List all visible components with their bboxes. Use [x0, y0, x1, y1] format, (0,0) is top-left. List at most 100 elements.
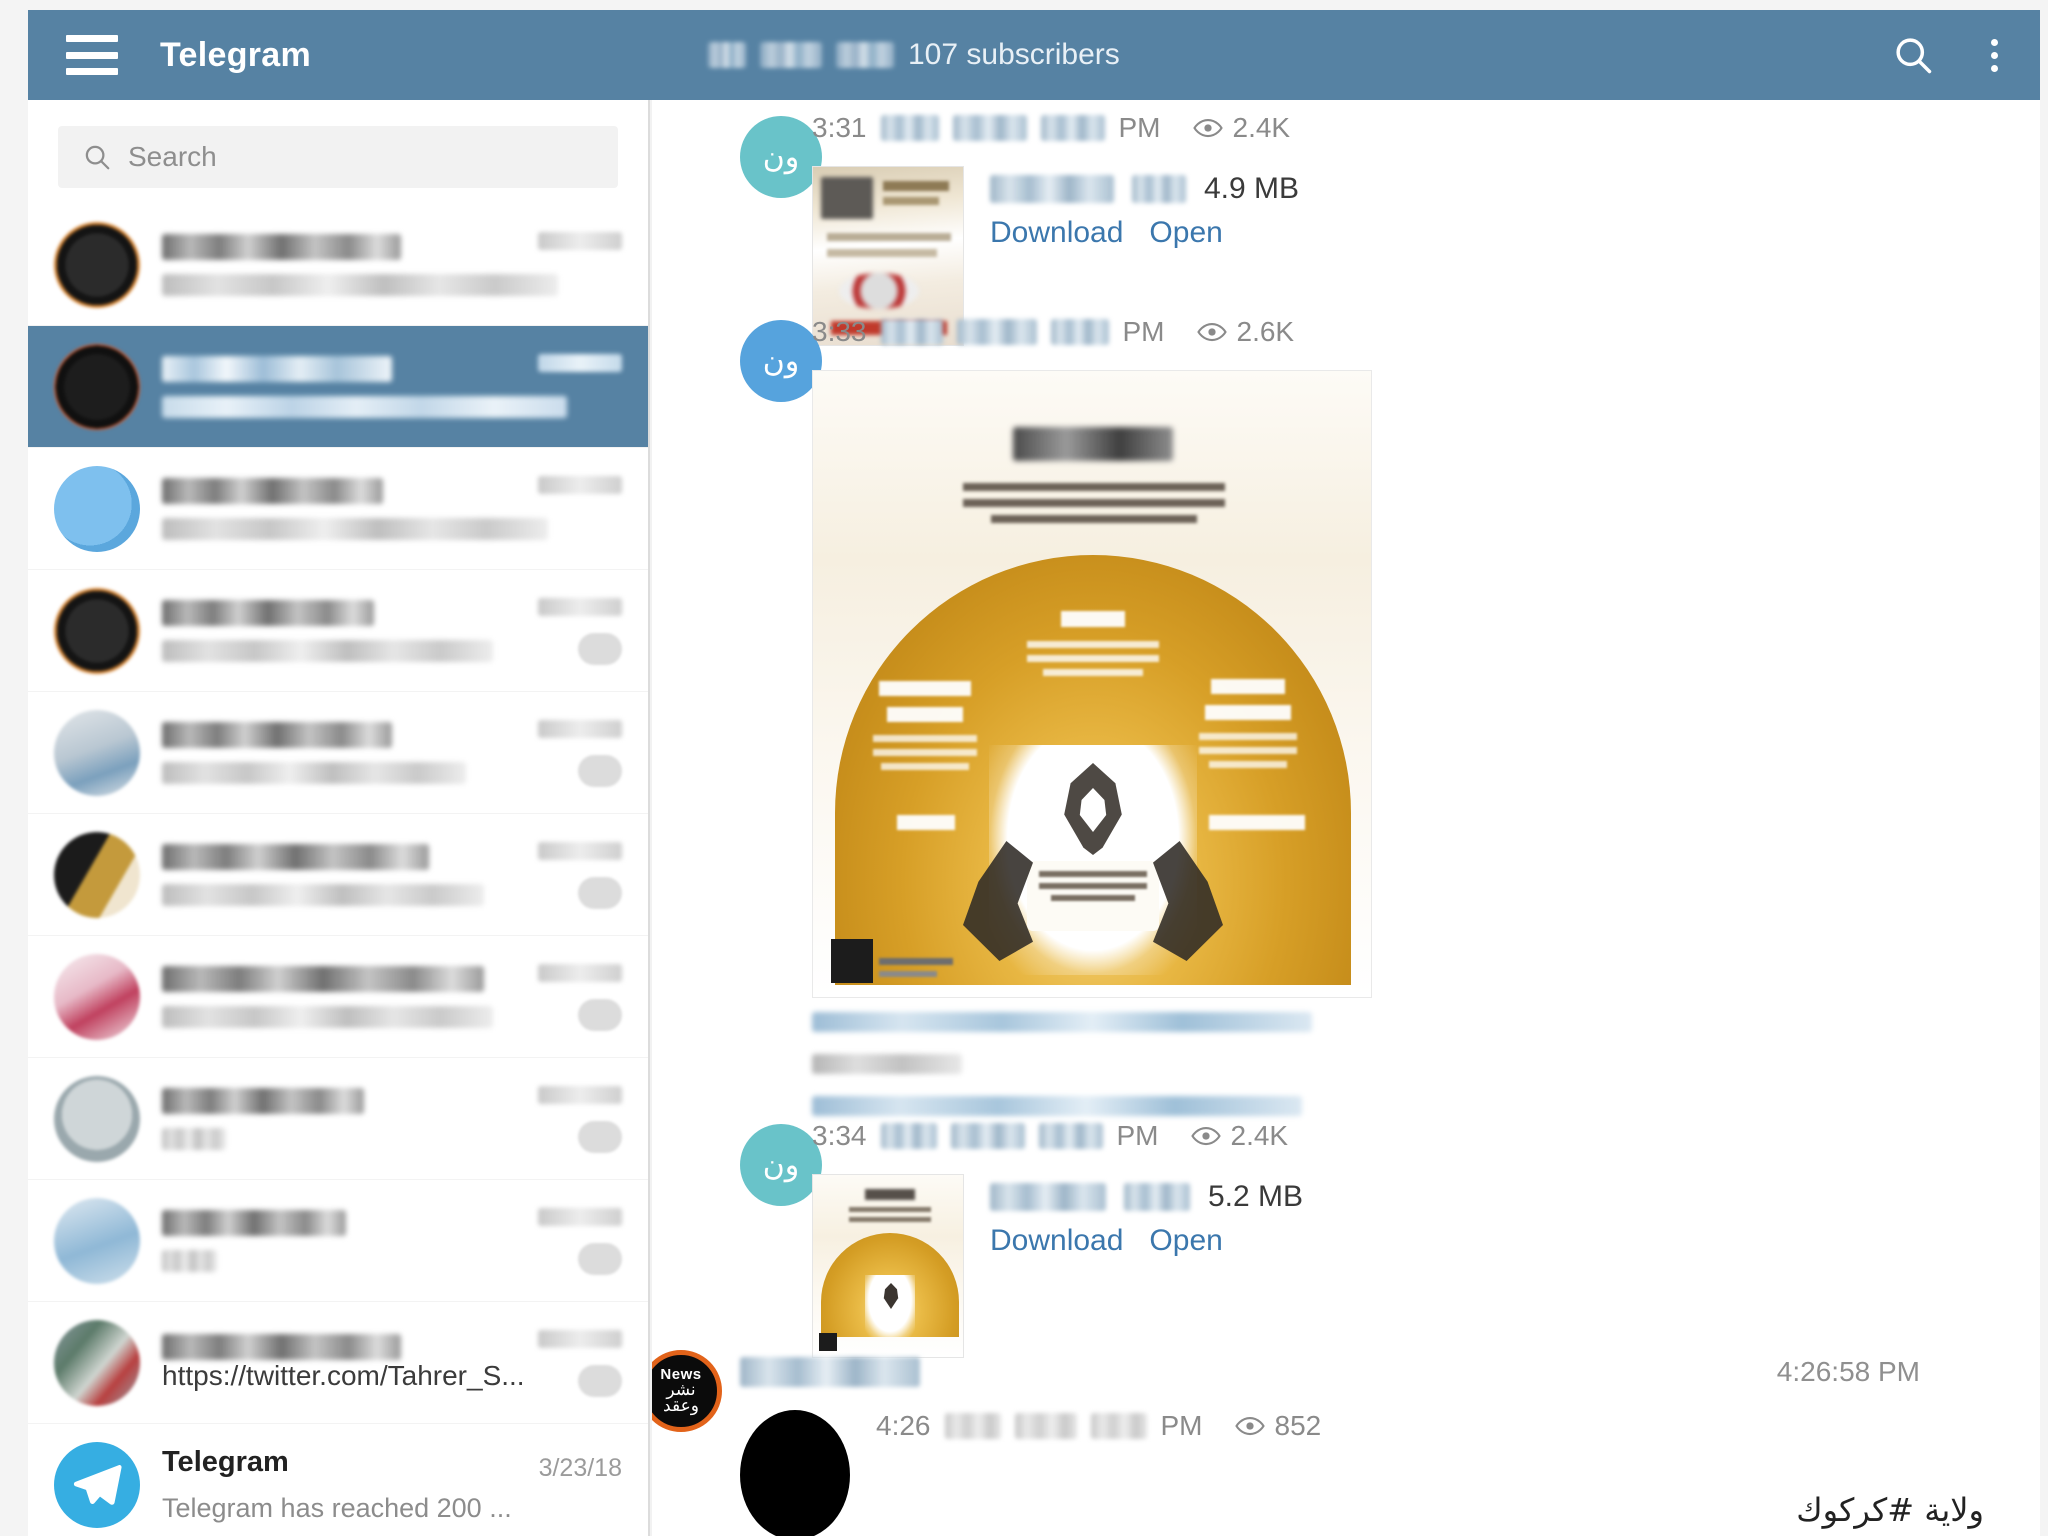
file-size: 5.2 MB — [1208, 1180, 1304, 1213]
message-time-suffix: PM — [1118, 112, 1161, 143]
chat-name-redacted-3 — [836, 42, 894, 68]
list-item[interactable] — [28, 692, 648, 814]
message-text: ولاية #كركوك تدمير آلية رباعية الدفع وهل… — [876, 1486, 2020, 1536]
message-thumbnail[interactable] — [740, 1410, 850, 1536]
list-item-time-redacted — [538, 476, 622, 494]
list-item-preview-redacted — [162, 395, 567, 418]
list-item-time-redacted — [538, 1208, 622, 1226]
list-item[interactable]: https://twitter.com/Tahrer_S... — [28, 1302, 648, 1424]
avatar-initials: ون — [762, 1148, 800, 1182]
message-avatar[interactable]: ون — [740, 320, 822, 402]
author-redacted-2 — [1014, 1413, 1077, 1439]
document-actions: Download Open — [990, 216, 1299, 250]
list-item[interactable] — [28, 1058, 648, 1180]
list-item[interactable] — [28, 204, 648, 326]
list-item-preview-redacted — [162, 883, 484, 906]
unread-badge — [578, 755, 622, 787]
eye-icon — [1192, 118, 1223, 138]
list-item-title-redacted — [162, 843, 429, 870]
list-item[interactable] — [28, 570, 648, 692]
list-item-date: 3/23/18 — [538, 1454, 622, 1482]
list-item-time-redacted — [538, 1086, 622, 1104]
avatar — [54, 343, 140, 430]
message-time-suffix: PM — [1122, 316, 1165, 347]
open-button[interactable]: Open — [1149, 216, 1222, 250]
avatar — [54, 831, 140, 918]
message-header: 4:26 PM 852 — [876, 1410, 2020, 1442]
list-item[interactable] — [28, 936, 648, 1058]
list-item-time-redacted — [538, 598, 622, 616]
list-item-time-redacted — [538, 232, 622, 250]
chat-header-info[interactable]: 107 subscribers — [708, 10, 1120, 100]
author-redacted-1 — [880, 1123, 937, 1149]
download-button[interactable]: Download — [990, 1224, 1123, 1258]
list-item-time-redacted — [538, 720, 622, 738]
file-size: 4.9 MB — [1204, 172, 1300, 205]
chat-list-sidebar[interactable]: Search https://twitter.com/Tahrer_S... T… — [28, 100, 650, 1536]
list-item-title-redacted — [162, 1087, 365, 1114]
list-item-title-redacted — [162, 477, 383, 504]
avatar — [54, 1441, 140, 1528]
document-meta: 4.9 MB Download Open — [990, 166, 1299, 250]
chat-name-redacted-2 — [760, 42, 822, 68]
forward-header: 4:26:58 PM — [740, 1356, 2020, 1388]
list-item-title-redacted — [162, 355, 392, 382]
list-item[interactable] — [28, 1180, 648, 1302]
list-item-preview-redacted — [162, 761, 466, 784]
unread-badge — [578, 877, 622, 909]
window-frame-right — [2040, 0, 2048, 1536]
list-item[interactable] — [28, 814, 648, 936]
forward-timestamp: 4:26:58 PM — [1776, 1356, 1920, 1387]
author-redacted-3 — [1040, 115, 1105, 141]
document-thumbnail[interactable] — [812, 1174, 964, 1358]
search-icon[interactable] — [1891, 33, 1935, 77]
forward-source-redacted — [740, 1357, 920, 1387]
message-time-suffix: PM — [1160, 1410, 1203, 1441]
list-item-title-redacted — [162, 721, 392, 748]
message-avatar[interactable]: News نشر وعقد — [652, 1350, 722, 1432]
author-redacted-2 — [956, 319, 1037, 345]
message-list[interactable]: ون 3:31 PM 2.4K 4.9 MB Download Open ون … — [652, 100, 2040, 1536]
list-item[interactable] — [28, 448, 648, 570]
message-avatar[interactable]: ون — [740, 1124, 822, 1206]
view-count: 2.6K — [1196, 316, 1295, 348]
unread-badge — [578, 1121, 622, 1153]
caption-line-3-redacted — [812, 1096, 1302, 1116]
list-item[interactable] — [28, 326, 648, 448]
author-redacted-2 — [950, 1123, 1025, 1149]
hamburger-icon[interactable] — [66, 35, 118, 75]
download-button[interactable]: Download — [990, 216, 1123, 250]
more-vertical-icon[interactable] — [1987, 35, 2002, 76]
avatar — [54, 587, 140, 674]
message-time-suffix: PM — [1116, 1120, 1159, 1151]
eye-icon — [1196, 322, 1227, 342]
file-name-redacted-2 — [1132, 175, 1186, 203]
view-count: 852 — [1234, 1410, 1322, 1442]
view-count-value: 2.4K — [1232, 112, 1291, 143]
list-item-preview-redacted — [162, 1249, 218, 1272]
list-item-title-redacted — [162, 233, 402, 260]
message-time-prefix: 3:34 — [812, 1120, 867, 1151]
list-item-title-redacted — [162, 599, 374, 626]
list-item-title-redacted — [162, 1209, 346, 1236]
avatar — [54, 709, 140, 796]
app-title: Telegram — [160, 35, 312, 74]
message-avatar[interactable]: ون — [740, 116, 822, 198]
search-input[interactable]: Search — [58, 126, 618, 188]
window-frame-left — [0, 0, 28, 1536]
photo-caption — [812, 1012, 1312, 1116]
photo-attachment[interactable] — [812, 370, 1372, 998]
view-count-value: 852 — [1274, 1410, 1322, 1441]
author-redacted-1 — [880, 319, 943, 345]
unread-badge — [578, 633, 622, 665]
open-button[interactable]: Open — [1149, 1224, 1222, 1258]
view-count-value: 2.6K — [1236, 316, 1295, 347]
list-item-telegram[interactable]: Telegram Telegram has reached 200 ... 3/… — [28, 1424, 648, 1536]
list-item-preview-redacted — [162, 1005, 494, 1028]
message-time-prefix: 3:31 — [812, 112, 867, 143]
avatar — [54, 1075, 140, 1162]
unread-badge — [578, 1365, 622, 1397]
author-redacted-3 — [1090, 1413, 1147, 1439]
chat-name-redacted-1 — [708, 42, 746, 68]
document-attachment[interactable]: 5.2 MB Download Open — [812, 1174, 1303, 1358]
